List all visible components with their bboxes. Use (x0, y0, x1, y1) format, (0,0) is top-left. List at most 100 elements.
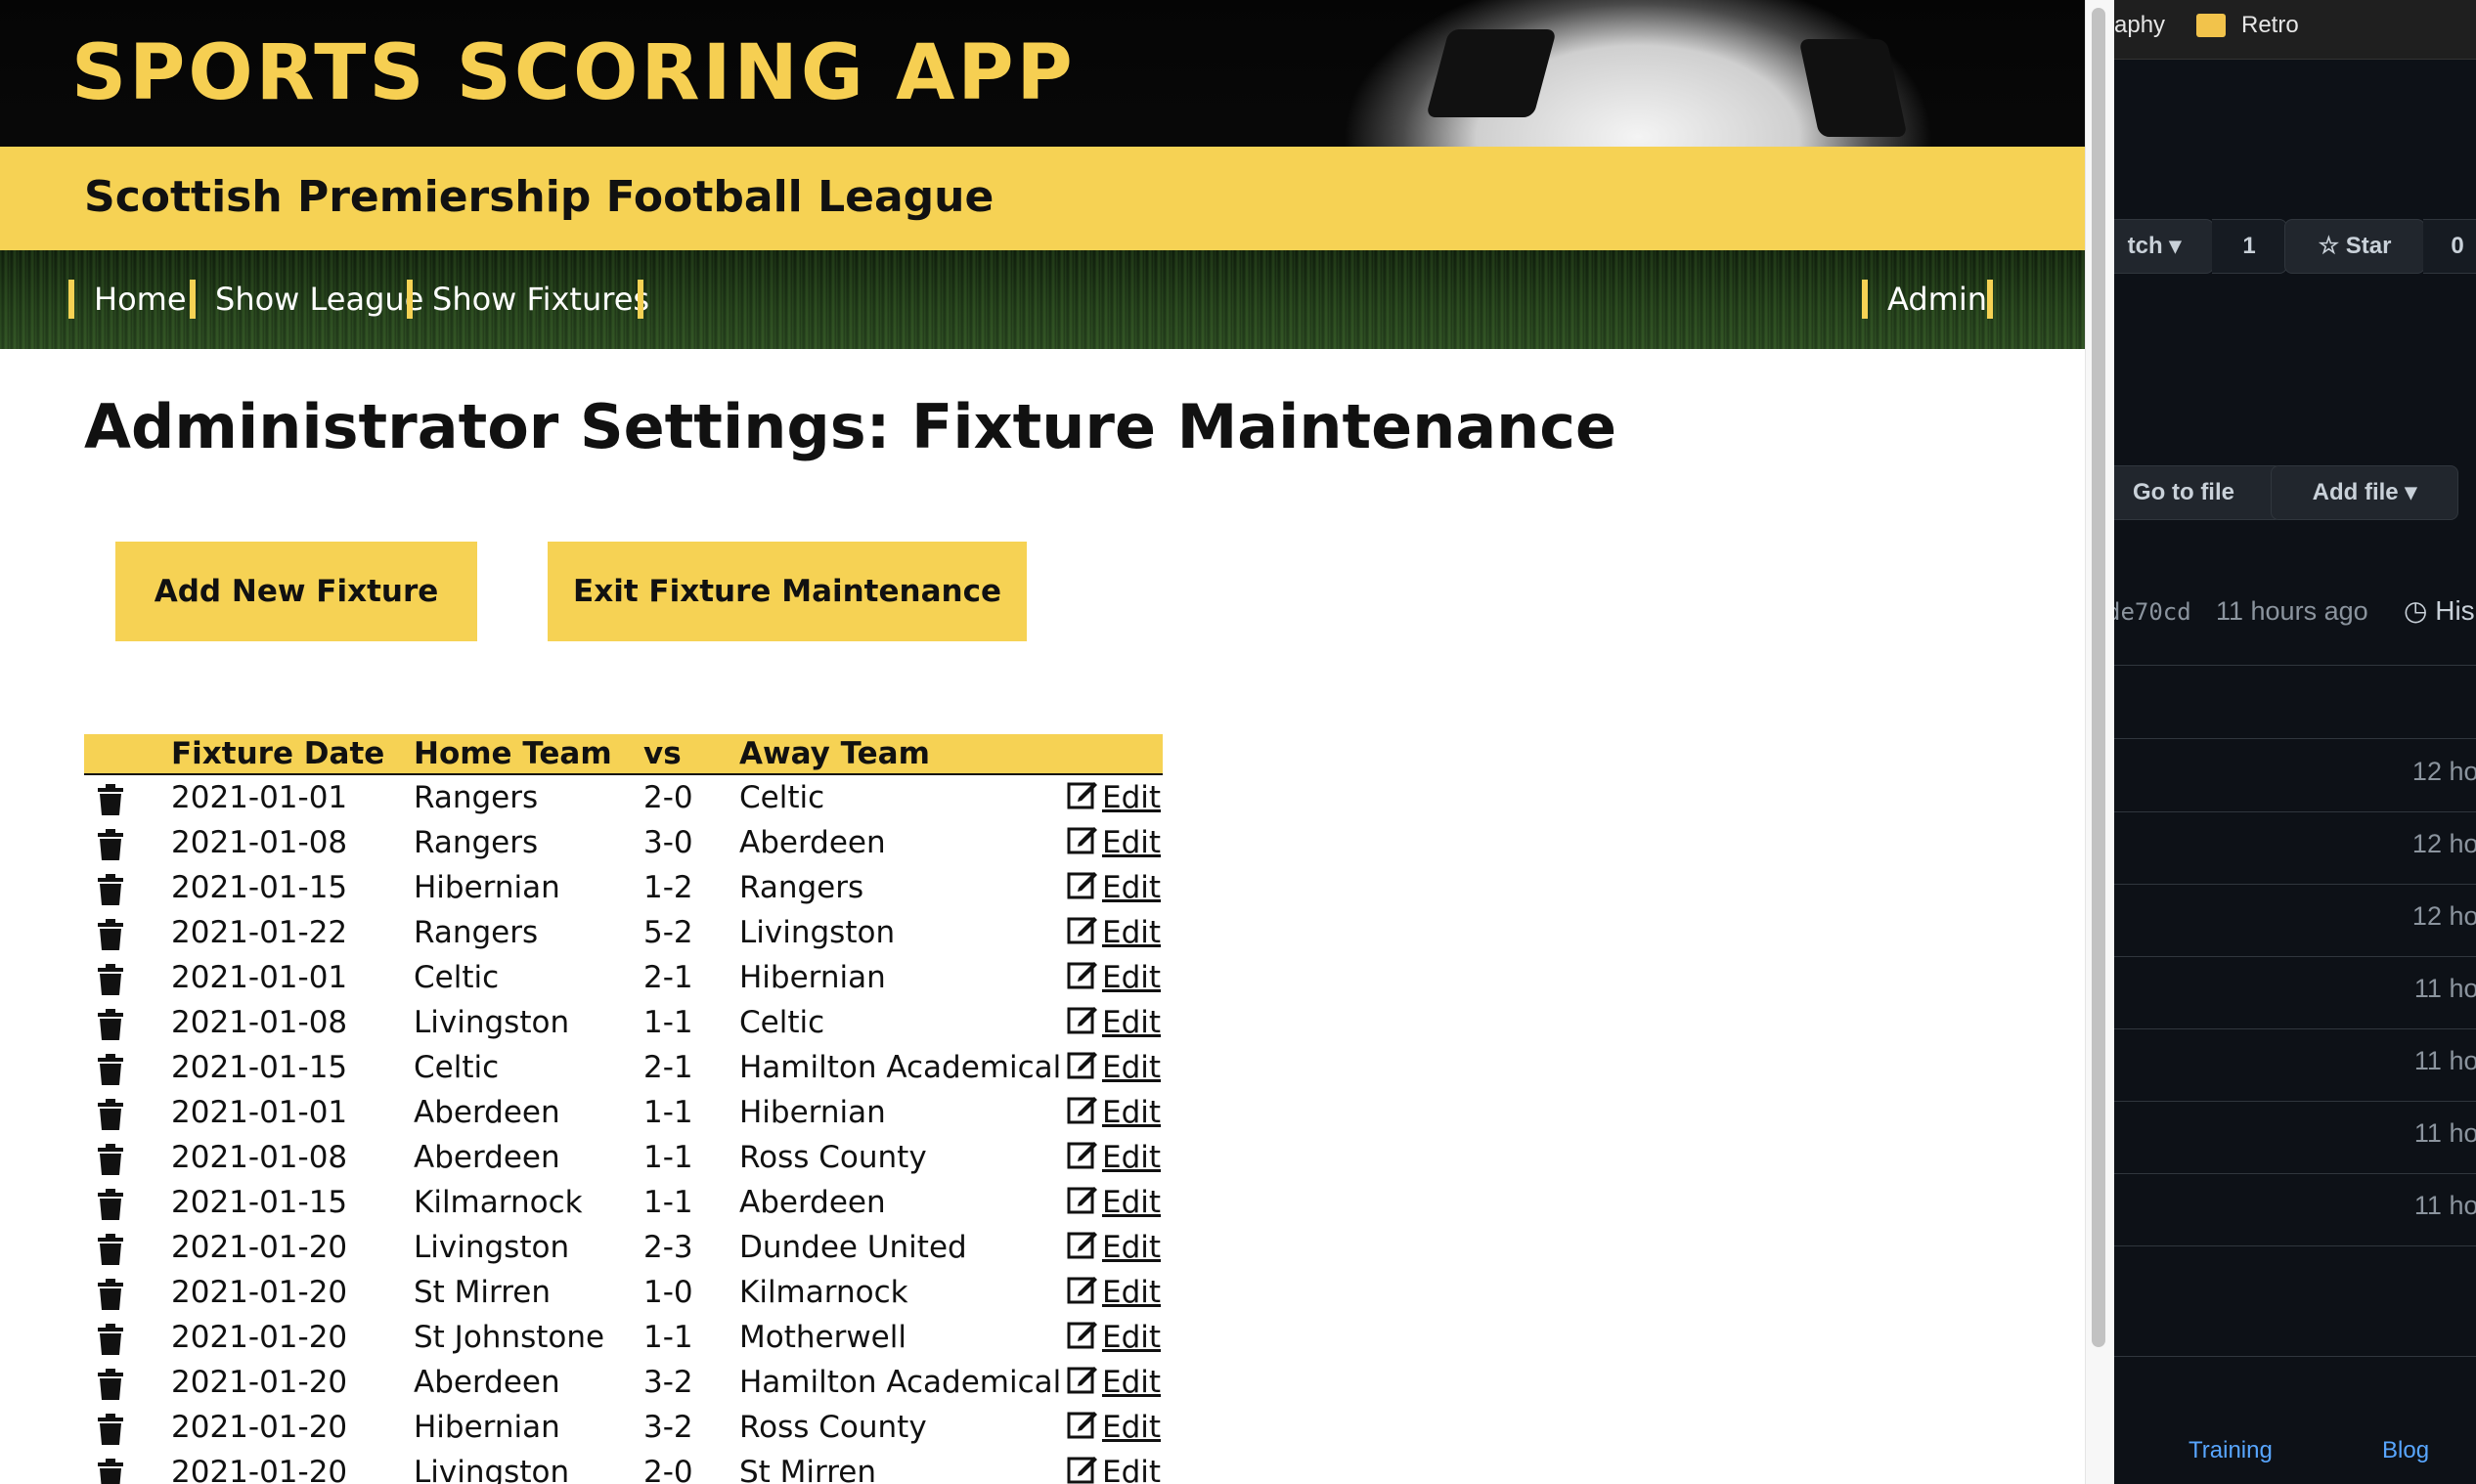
watch-count[interactable]: 1 (2212, 219, 2287, 274)
page-heading: Administrator Settings: Fixture Maintena… (84, 391, 1617, 462)
divider (2114, 1245, 2476, 1246)
edit-link[interactable]: Edit (1067, 958, 1161, 997)
nav-show-league[interactable]: Show League (190, 280, 423, 319)
watch-label: tch (2127, 233, 2163, 259)
star-count[interactable]: 0 (2423, 219, 2476, 274)
edit-cell: Edit (1067, 1180, 1163, 1225)
fixture-date: 2021-01-20 (171, 1455, 348, 1484)
add-file-button[interactable]: Add file ▾ (2271, 465, 2458, 520)
away-team: Celtic (739, 780, 825, 815)
edit-link[interactable]: Edit (1067, 1318, 1161, 1357)
delete-cell (84, 910, 171, 955)
fixture-date: 2021-01-20 (171, 1410, 348, 1445)
edit-link[interactable]: Edit (1067, 823, 1161, 862)
header-home-team: Home Team (414, 734, 643, 775)
edit-link[interactable]: Edit (1067, 1048, 1161, 1087)
away-team: St Mirren (739, 1455, 877, 1484)
edit-icon (1067, 1273, 1098, 1312)
away-team: Hibernian (739, 960, 886, 995)
trash-icon[interactable] (84, 960, 123, 995)
edit-link[interactable]: Edit (1067, 1093, 1161, 1132)
table-row: 2021-01-15 Celtic 2-1 Hamilton Academical Ed… (84, 1045, 1163, 1090)
score: 3-2 (643, 1410, 693, 1445)
trash-icon[interactable] (84, 1050, 123, 1085)
score: 3-0 (643, 825, 693, 860)
delete-cell (84, 865, 171, 910)
star-button[interactable]: ☆ Star (2284, 219, 2425, 274)
trash-icon[interactable] (84, 870, 123, 905)
divider (2114, 1028, 2476, 1029)
edit-label: Edit (1102, 1230, 1162, 1265)
go-to-file-button[interactable]: Go to file (2114, 465, 2282, 520)
nav-show-fixtures[interactable]: Show Fixtures (407, 280, 649, 319)
divider (2114, 956, 2476, 957)
trash-icon[interactable] (84, 1410, 123, 1445)
trash-icon[interactable] (84, 1140, 123, 1175)
edit-link[interactable]: Edit (1067, 1228, 1161, 1267)
add-fixture-button[interactable]: Add New Fixture (115, 542, 477, 641)
edit-icon (1067, 1183, 1098, 1222)
edit-icon (1067, 778, 1098, 817)
edit-link[interactable]: Edit (1067, 1003, 1161, 1042)
fixture-date: 2021-01-01 (171, 1095, 348, 1130)
delete-cell (84, 1135, 171, 1180)
divider (2114, 811, 2476, 812)
edit-icon (1067, 868, 1098, 907)
nav-divider (1987, 280, 1993, 319)
bookmarks-bar: aphy Retro (2114, 0, 2476, 60)
edit-label: Edit (1102, 1140, 1162, 1175)
edit-label: Edit (1102, 825, 1162, 860)
edit-link[interactable]: Edit (1067, 913, 1161, 952)
trash-icon[interactable] (84, 780, 123, 815)
edit-icon (1067, 958, 1098, 997)
edit-link[interactable]: Edit (1067, 1363, 1161, 1402)
home-team: Livingston (414, 1455, 570, 1484)
divider (2114, 738, 2476, 739)
edit-link[interactable]: Edit (1067, 1183, 1161, 1222)
nav-admin[interactable]: Admin (1862, 280, 1987, 319)
edit-icon (1067, 1003, 1098, 1042)
bookmark-item[interactable]: aphy (2114, 12, 2165, 39)
nav-home[interactable]: Home (68, 280, 187, 319)
trash-icon[interactable] (84, 1230, 123, 1265)
trash-icon[interactable] (84, 1005, 123, 1040)
trash-icon[interactable] (84, 1095, 123, 1130)
edit-link[interactable]: Edit (1067, 868, 1161, 907)
score: 2-1 (643, 960, 693, 995)
home-team: St Mirren (414, 1275, 552, 1310)
trash-icon[interactable] (84, 1185, 123, 1220)
commit-hash[interactable]: de70cd (2114, 598, 2191, 626)
edit-label: Edit (1102, 1275, 1162, 1310)
away-team: Aberdeen (739, 1185, 886, 1220)
score: 2-1 (643, 1050, 693, 1085)
trash-icon[interactable] (84, 1455, 123, 1484)
app-scrollbar-thumb[interactable] (2092, 8, 2105, 1347)
watch-button[interactable]: tch ▾ (2114, 219, 2214, 274)
trash-icon[interactable] (84, 1275, 123, 1310)
trash-icon[interactable] (84, 1365, 123, 1400)
table-header-row: Fixture Date Home Team vs Away Team (84, 734, 1163, 775)
trash-icon[interactable] (84, 1320, 123, 1355)
footer-blog-link[interactable]: Blog (2382, 1437, 2429, 1464)
score: 1-1 (643, 1185, 693, 1220)
away-team: Rangers (739, 870, 864, 905)
edit-link[interactable]: Edit (1067, 1138, 1161, 1177)
table-row: 2021-01-15 Hibernian 1-2 Rangers Edit (84, 865, 1163, 910)
football-image-patch (1798, 39, 1908, 137)
trash-icon[interactable] (84, 915, 123, 950)
history-link[interactable]: ◷ His (2404, 594, 2475, 627)
exit-fixture-maintenance-button[interactable]: Exit Fixture Maintenance (548, 542, 1027, 641)
edit-link[interactable]: Edit (1067, 1408, 1161, 1447)
edit-link[interactable]: Edit (1067, 1273, 1161, 1312)
table-row: 2021-01-20 St Mirren 1-0 Kilmarnock Edit (84, 1270, 1163, 1315)
edit-link[interactable]: Edit (1067, 778, 1161, 817)
footer-training-link[interactable]: Training (2189, 1437, 2273, 1464)
trash-icon[interactable] (84, 825, 123, 860)
file-commit-time: 11 hours (2413, 1191, 2476, 1220)
nav-divider (638, 280, 643, 319)
bookmark-retro[interactable]: Retro (2241, 12, 2299, 39)
edit-icon (1067, 1228, 1098, 1267)
file-commit-time: 11 hours (2413, 1118, 2476, 1148)
edit-link[interactable]: Edit (1067, 1453, 1161, 1484)
edit-cell: Edit (1067, 1405, 1163, 1450)
